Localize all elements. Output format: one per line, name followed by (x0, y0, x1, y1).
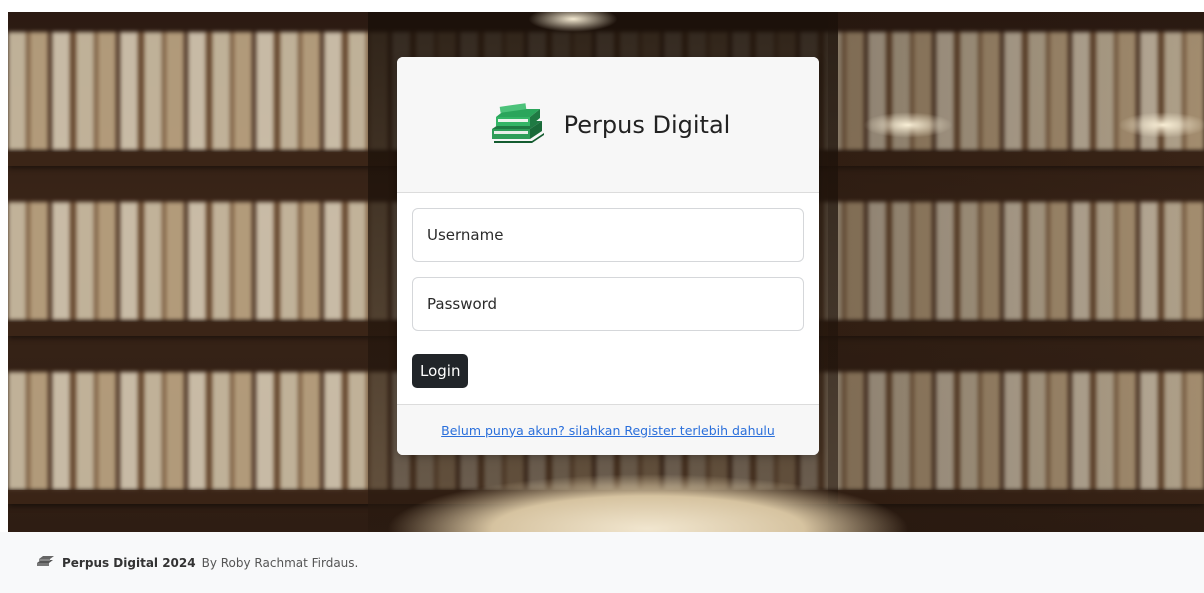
login-button[interactable]: Login (412, 354, 469, 388)
login-card: Perpus Digital Login Belum punya akun? s… (397, 57, 819, 455)
card-header: Perpus Digital (397, 57, 819, 193)
login-form: Login (397, 193, 819, 388)
password-input[interactable] (412, 277, 804, 331)
open-book-image (388, 457, 908, 532)
books-stack-icon (36, 554, 56, 571)
username-input[interactable] (412, 208, 804, 262)
page-footer: Perpus Digital 2024 By Roby Rachmat Fird… (0, 532, 1204, 593)
footer-credit: By Roby Rachmat Firdaus. (201, 555, 359, 570)
card-footer: Belum punya akun? silahkan Register terl… (397, 404, 819, 455)
footer-brand: Perpus Digital 2024 (62, 555, 196, 570)
register-link[interactable]: Belum punya akun? silahkan Register terl… (441, 423, 775, 438)
books-stack-icon (486, 99, 550, 151)
brand-title: Perpus Digital (563, 110, 731, 139)
